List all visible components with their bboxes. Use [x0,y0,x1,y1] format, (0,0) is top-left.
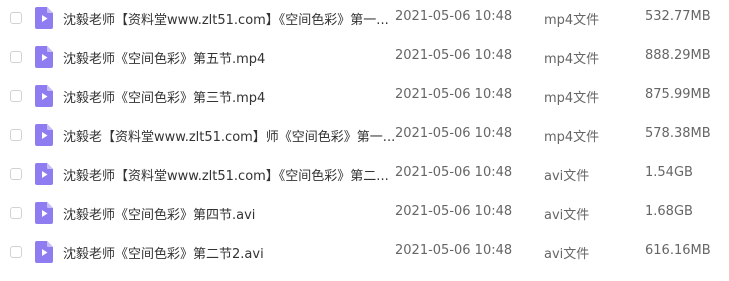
file-row[interactable]: 沈毅老师《空间色彩》第三节.mp4 2021-05-06 10:48 mp4文件… [0,78,729,117]
video-file-icon [35,241,53,263]
file-row[interactable]: 沈毅老【资料堂www.zlt51.com】师《空间色彩》第一... 2021-0… [0,117,729,156]
file-size: 532.77MB [645,9,711,24]
file-row[interactable]: 沈毅老师《空间色彩》第二节2.avi 2021-05-06 10:48 avi文… [0,234,729,273]
file-size: 888.29MB [645,48,711,63]
file-name[interactable]: 沈毅老师【资料堂www.zlt51.com】《空间色彩》第一... [63,9,389,28]
file-size: 616.16MB [645,243,711,258]
row-checkbox[interactable] [10,207,22,219]
file-row[interactable]: 沈毅老师【资料堂www.zlt51.com】《空间色彩》第二... 2021-0… [0,156,729,195]
file-list: 沈毅老师【资料堂www.zlt51.com】《空间色彩》第一... 2021-0… [0,0,729,281]
file-type: mp4文件 [544,130,600,145]
file-row[interactable]: 沈毅老师【资料堂www.zlt51.com】《空间色彩》第一... 2021-0… [0,0,729,39]
file-size: 1.68GB [645,204,693,219]
row-checkbox[interactable] [10,168,22,180]
row-checkbox[interactable] [10,12,22,24]
file-date: 2021-05-06 10:48 [395,87,513,102]
file-type: mp4文件 [544,52,600,67]
video-file-icon [35,46,53,68]
file-name[interactable]: 沈毅老师《空间色彩》第三节.mp4 [63,87,265,106]
file-date: 2021-05-06 10:48 [395,126,513,141]
file-name[interactable]: 沈毅老师《空间色彩》第四节.avi [63,204,255,223]
file-date: 2021-05-06 10:48 [395,243,513,258]
file-name[interactable]: 沈毅老师《空间色彩》第二节2.avi [63,243,264,262]
video-file-icon [35,202,53,224]
file-date: 2021-05-06 10:48 [395,165,513,180]
file-type: avi文件 [544,247,590,262]
file-row[interactable]: 沈毅老师《空间色彩》第五节.mp4 2021-05-06 10:48 mp4文件… [0,39,729,78]
file-date: 2021-05-06 10:48 [395,204,513,219]
file-type: mp4文件 [544,13,600,28]
file-date: 2021-05-06 10:48 [395,9,513,24]
file-date: 2021-05-06 10:48 [395,48,513,63]
video-file-icon [35,163,53,185]
video-file-icon [35,85,53,107]
row-checkbox[interactable] [10,90,22,102]
file-size: 875.99MB [645,87,711,102]
file-name[interactable]: 沈毅老师《空间色彩》第五节.mp4 [63,48,265,67]
video-file-icon [35,124,53,146]
file-type: avi文件 [544,208,590,223]
row-checkbox[interactable] [10,246,22,258]
file-name[interactable]: 沈毅老【资料堂www.zlt51.com】师《空间色彩》第一... [63,126,395,145]
video-file-icon [35,7,53,29]
file-row[interactable]: 沈毅老师《空间色彩》第四节.avi 2021-05-06 10:48 avi文件… [0,195,729,234]
file-size: 1.54GB [645,165,693,180]
file-type: mp4文件 [544,91,600,106]
file-size: 578.38MB [645,126,711,141]
file-name[interactable]: 沈毅老师【资料堂www.zlt51.com】《空间色彩》第二... [63,165,389,184]
row-checkbox[interactable] [10,51,22,63]
file-type: avi文件 [544,169,590,184]
row-checkbox[interactable] [10,129,22,141]
